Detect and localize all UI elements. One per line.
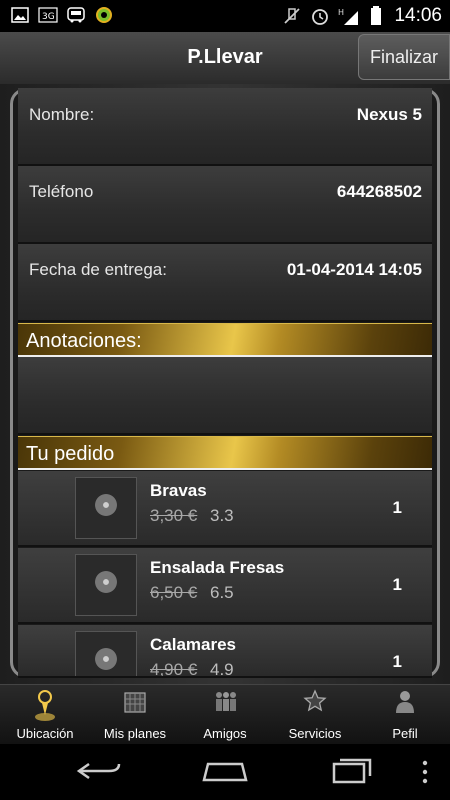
name-label: Nombre: bbox=[29, 105, 95, 124]
recents-icon[interactable] bbox=[330, 754, 374, 791]
golf-tee-icon bbox=[33, 689, 57, 721]
bottom-nav: Ubicación Mis planes Amigos Servicios Pe… bbox=[0, 684, 450, 744]
phone-value: 644268502 bbox=[336, 182, 422, 201]
delivery-value: 01-04-2014 14:05 bbox=[286, 260, 422, 279]
item-price: 6.5 bbox=[210, 583, 234, 602]
item-quantity: 1 bbox=[392, 652, 402, 671]
calendar-icon bbox=[123, 689, 147, 715]
tab-servicios[interactable]: Servicios bbox=[270, 685, 360, 745]
status-bar: 3G H 14:06 bbox=[0, 0, 450, 32]
notes-header: Anotaciones: bbox=[18, 323, 432, 357]
item-name: Ensalada Fresas bbox=[150, 558, 285, 577]
item-price: 4.9 bbox=[210, 660, 234, 678]
tab-mis-planes[interactable]: Mis planes bbox=[90, 685, 180, 745]
alarm-icon bbox=[310, 7, 330, 25]
battery-icon bbox=[366, 6, 386, 25]
delivery-label: Fecha de entrega: bbox=[29, 260, 167, 279]
tab-label: Amigos bbox=[203, 726, 247, 741]
bus-icon bbox=[66, 6, 86, 24]
item-price: 3.3 bbox=[210, 506, 234, 525]
people-icon bbox=[213, 689, 237, 715]
dish-thumbnail bbox=[75, 477, 137, 539]
item-quantity: 1 bbox=[392, 575, 402, 594]
mute-icon bbox=[282, 7, 302, 25]
back-icon[interactable] bbox=[75, 756, 125, 791]
order-item[interactable]: Ensalada Fresas 6,50 € 6.5 1 bbox=[18, 548, 432, 624]
finalize-button[interactable]: Finalizar bbox=[358, 34, 450, 80]
menu-icon[interactable] bbox=[420, 760, 430, 791]
home-icon[interactable] bbox=[200, 758, 250, 789]
order-item[interactable]: Bravas 3,30 € 3.3 1 bbox=[18, 471, 432, 547]
phone-row[interactable]: Teléfono 644268502 bbox=[18, 166, 432, 244]
3g-icon: 3G bbox=[38, 6, 58, 24]
tab-label: Ubicación bbox=[16, 726, 74, 741]
item-name: Calamares bbox=[150, 635, 237, 654]
tab-label: Pefil bbox=[392, 726, 418, 741]
dish-thumbnail bbox=[75, 554, 137, 616]
item-name: Bravas bbox=[150, 481, 207, 500]
action-bar: P.Llevar Finalizar bbox=[0, 32, 450, 84]
profile-icon bbox=[393, 689, 417, 715]
notes-field[interactable] bbox=[18, 357, 432, 435]
tab-label: Mis planes bbox=[103, 726, 167, 741]
star-icon bbox=[303, 689, 327, 715]
item-old-price: 3,30 € bbox=[150, 506, 198, 525]
notes-header-label: Anotaciones: bbox=[26, 330, 142, 352]
tab-pefil[interactable]: Pefil bbox=[360, 685, 450, 745]
order-header: Tu pedido bbox=[18, 436, 432, 470]
svg-text:H: H bbox=[338, 8, 344, 17]
item-old-price: 4,90 € bbox=[150, 660, 198, 678]
item-old-price: 6,50 € bbox=[150, 583, 198, 602]
signal-icon: H bbox=[338, 7, 359, 25]
status-time: 14:06 bbox=[394, 5, 442, 26]
dish-thumbnail bbox=[75, 631, 137, 676]
tab-label: Servicios bbox=[288, 726, 342, 741]
item-quantity: 1 bbox=[392, 498, 402, 517]
image-icon bbox=[10, 6, 30, 24]
name-value: Nexus 5 bbox=[356, 105, 422, 124]
order-item[interactable]: Calamares 4,90 € 4.9 1 bbox=[18, 625, 432, 678]
tab-amigos[interactable]: Amigos bbox=[180, 685, 270, 745]
svg-text:3G: 3G bbox=[42, 12, 55, 22]
delivery-row[interactable]: Fecha de entrega: 01-04-2014 14:05 bbox=[18, 244, 432, 322]
phone-label: Teléfono bbox=[29, 182, 94, 201]
order-header-label: Tu pedido bbox=[26, 443, 115, 465]
name-row[interactable]: Nombre: Nexus 5 bbox=[18, 88, 432, 166]
tab-ubicacion[interactable]: Ubicación bbox=[0, 685, 90, 745]
system-nav-bar bbox=[0, 744, 450, 800]
settings-gear-icon bbox=[94, 6, 114, 24]
